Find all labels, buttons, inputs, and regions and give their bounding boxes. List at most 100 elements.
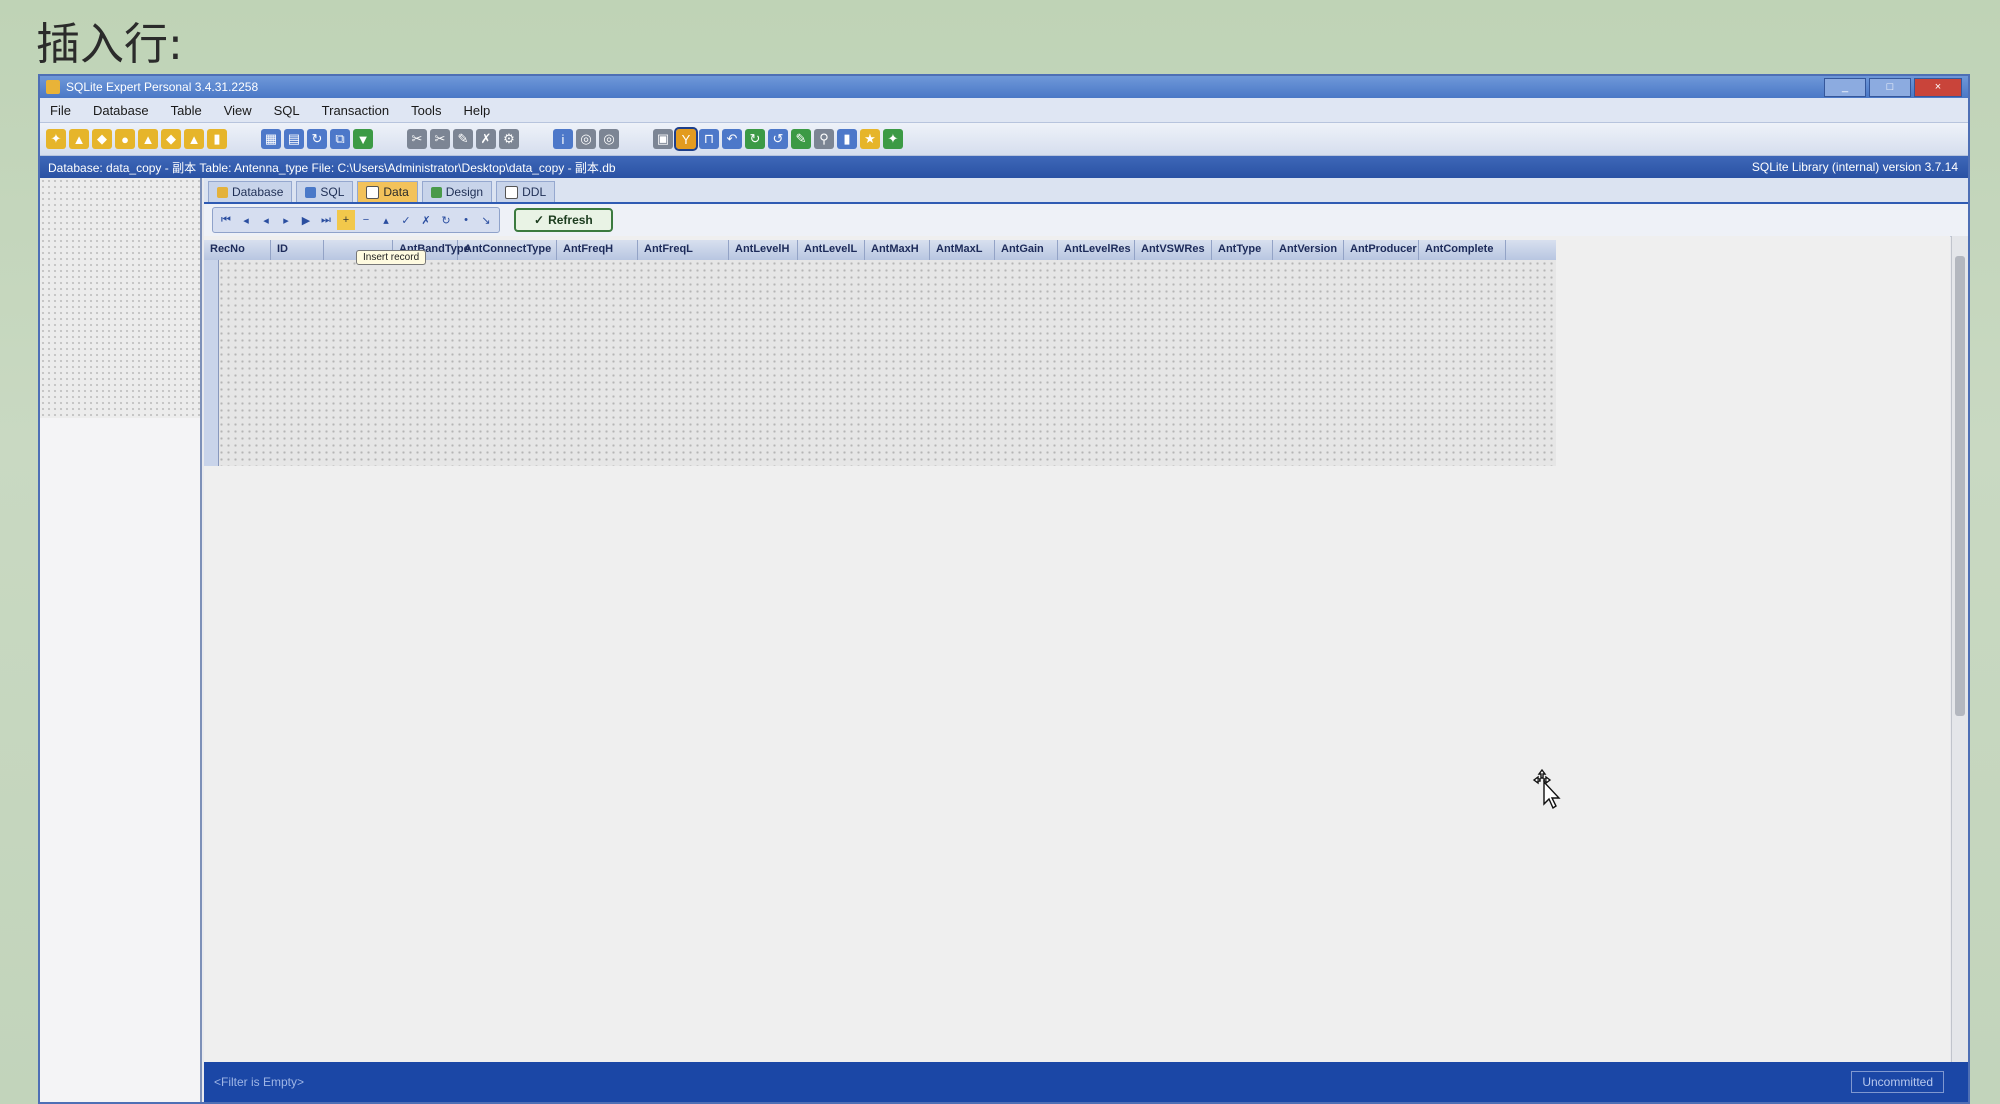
attach-database-icon[interactable]: ◆: [92, 129, 112, 149]
toolbar-group-edit: ✂ ✂ ✎ ✗ ⚙: [407, 129, 519, 149]
star-icon[interactable]: ★: [860, 129, 880, 149]
prior-record-icon[interactable]: ◂: [257, 210, 275, 230]
bookmark-icon[interactable]: •: [457, 210, 475, 230]
first-record-icon[interactable]: ⏮: [217, 210, 235, 230]
database-icon: [217, 186, 228, 198]
menu-sql[interactable]: SQL: [274, 103, 300, 118]
cancel-edit-icon[interactable]: ✗: [417, 210, 435, 230]
filter-status: <Filter is Empty>: [214, 1075, 305, 1089]
column-header[interactable]: RecNo: [204, 240, 271, 260]
refresh-icon[interactable]: ↻: [745, 129, 765, 149]
options-icon[interactable]: ◎: [599, 129, 619, 149]
column-header[interactable]: AntConnectType: [458, 240, 557, 260]
database-tree[interactable]: [40, 178, 200, 418]
close-database-icon[interactable]: ▲: [138, 129, 158, 149]
scrollbar-thumb[interactable]: [1955, 256, 1965, 716]
commit-icon[interactable]: ↺: [768, 129, 788, 149]
menu-database[interactable]: Database: [93, 103, 149, 118]
tab-ddl[interactable]: DDL: [496, 181, 556, 202]
filter-icon[interactable]: Y: [674, 127, 698, 151]
column-header[interactable]: AntProducer: [1344, 240, 1419, 260]
menu-file[interactable]: File: [50, 103, 71, 118]
menu-tools[interactable]: Tools: [411, 103, 441, 118]
column-header[interactable]: AntLevelL: [798, 240, 865, 260]
edit-icon[interactable]: ✎: [791, 129, 811, 149]
copy-icon[interactable]: ✂: [430, 129, 450, 149]
grid-body[interactable]: [204, 260, 1556, 466]
column-header[interactable]: AntComplete: [1419, 240, 1506, 260]
tab-sql[interactable]: SQL: [296, 181, 354, 202]
toolbar-group-table: ▦ ▤ ↻ ⧉ ▼: [261, 129, 373, 149]
tab-design[interactable]: Design: [421, 181, 493, 202]
move-cursor-icon: [1532, 768, 1561, 810]
column-header[interactable]: AntType: [1212, 240, 1273, 260]
undo-icon[interactable]: ↶: [722, 129, 742, 149]
column-header[interactable]: ID: [271, 240, 324, 260]
last-record-icon[interactable]: ⏭: [317, 210, 335, 230]
execute-sql-icon[interactable]: ▣: [653, 129, 673, 149]
toolbar-group-database: ✦ ▲ ◆ ● ▲ ◆ ▲ ▮: [46, 129, 227, 149]
database-tree-panel[interactable]: [40, 178, 202, 1102]
restore-database-icon[interactable]: ▲: [184, 129, 204, 149]
rename-table-icon[interactable]: ↻: [307, 129, 327, 149]
new-table-icon[interactable]: ▦: [261, 129, 281, 149]
menu-table[interactable]: Table: [171, 103, 202, 118]
open-database-icon[interactable]: ▲: [69, 129, 89, 149]
tab-database[interactable]: Database: [208, 181, 293, 202]
column-header[interactable]: AntVSWRes: [1135, 240, 1212, 260]
import-table-icon[interactable]: ▼: [353, 129, 373, 149]
next-page-icon[interactable]: ▶: [297, 210, 315, 230]
backup-database-icon[interactable]: ◆: [161, 129, 181, 149]
tab-data[interactable]: Data: [357, 181, 418, 202]
library-version: SQLite Library (internal) version 3.7.14: [1751, 160, 1958, 174]
close-button[interactable]: ×: [1914, 78, 1962, 97]
delete-record-icon[interactable]: −: [357, 210, 375, 230]
tab-data-label: Data: [383, 185, 409, 199]
edit-record-icon[interactable]: ▴: [377, 210, 395, 230]
column-header[interactable]: AntLevelH: [729, 240, 798, 260]
new-database-icon[interactable]: ✦: [46, 129, 66, 149]
copy-table-icon[interactable]: ⧉: [330, 129, 350, 149]
insert-record-icon[interactable]: +: [337, 210, 355, 230]
column-header[interactable]: AntFreqH: [557, 240, 638, 260]
goto-icon[interactable]: ↘: [477, 210, 495, 230]
menu-help[interactable]: Help: [463, 103, 490, 118]
query-builder-icon[interactable]: ⊓: [699, 129, 719, 149]
delete-icon[interactable]: ✗: [476, 129, 496, 149]
design-table-icon[interactable]: ▤: [284, 129, 304, 149]
cut-icon[interactable]: ✂: [407, 129, 427, 149]
next-record-icon[interactable]: ▸: [277, 210, 295, 230]
paste-icon[interactable]: ✎: [453, 129, 473, 149]
compact-database-icon[interactable]: ▮: [207, 129, 227, 149]
tab-ddl-label: DDL: [522, 185, 547, 199]
refresh-button-label: Refresh: [548, 213, 593, 227]
prior-page-icon[interactable]: ◂: [237, 210, 255, 230]
menu-view[interactable]: View: [224, 103, 252, 118]
tab-strip: Database SQL Data Design DDL: [204, 178, 1968, 204]
column-header[interactable]: AntMaxH: [865, 240, 930, 260]
column-header[interactable]: AntLevelRes: [1058, 240, 1135, 260]
data-icon: [366, 185, 380, 199]
search-icon[interactable]: ⚲: [814, 129, 834, 149]
column-header[interactable]: AntVersion: [1273, 240, 1344, 260]
column-header[interactable]: AntMaxL: [930, 240, 995, 260]
lock-icon[interactable]: ▮: [837, 129, 857, 149]
title-bar: SQLite Expert Personal 3.4.31.2258 _ □ ×: [40, 76, 1968, 98]
window-controls: _ □ ×: [1824, 78, 1962, 97]
properties-icon[interactable]: ◎: [576, 129, 596, 149]
column-header[interactable]: AntGain: [995, 240, 1058, 260]
maximize-button[interactable]: □: [1869, 78, 1911, 97]
menu-transaction[interactable]: Transaction: [322, 103, 389, 118]
data-grid[interactable]: RecNo ID AntBandType AntConnectType AntF…: [204, 236, 1950, 1062]
detach-database-icon[interactable]: ●: [115, 129, 135, 149]
post-edit-icon[interactable]: ✓: [397, 210, 415, 230]
refresh-data-icon[interactable]: ↻: [437, 210, 455, 230]
info-icon[interactable]: i: [553, 129, 573, 149]
vertical-scrollbar[interactable]: [1951, 236, 1968, 1062]
column-header[interactable]: AntFreqL: [638, 240, 729, 260]
extension-icon[interactable]: ✦: [883, 129, 903, 149]
settings-icon[interactable]: ⚙: [499, 129, 519, 149]
refresh-button[interactable]: ✓ Refresh: [514, 208, 613, 232]
toolbar-group-sql: ▣ Y ⊓ ↶ ↻ ↺ ✎ ⚲ ▮ ★ ✦: [653, 127, 903, 151]
minimize-button[interactable]: _: [1824, 78, 1866, 97]
